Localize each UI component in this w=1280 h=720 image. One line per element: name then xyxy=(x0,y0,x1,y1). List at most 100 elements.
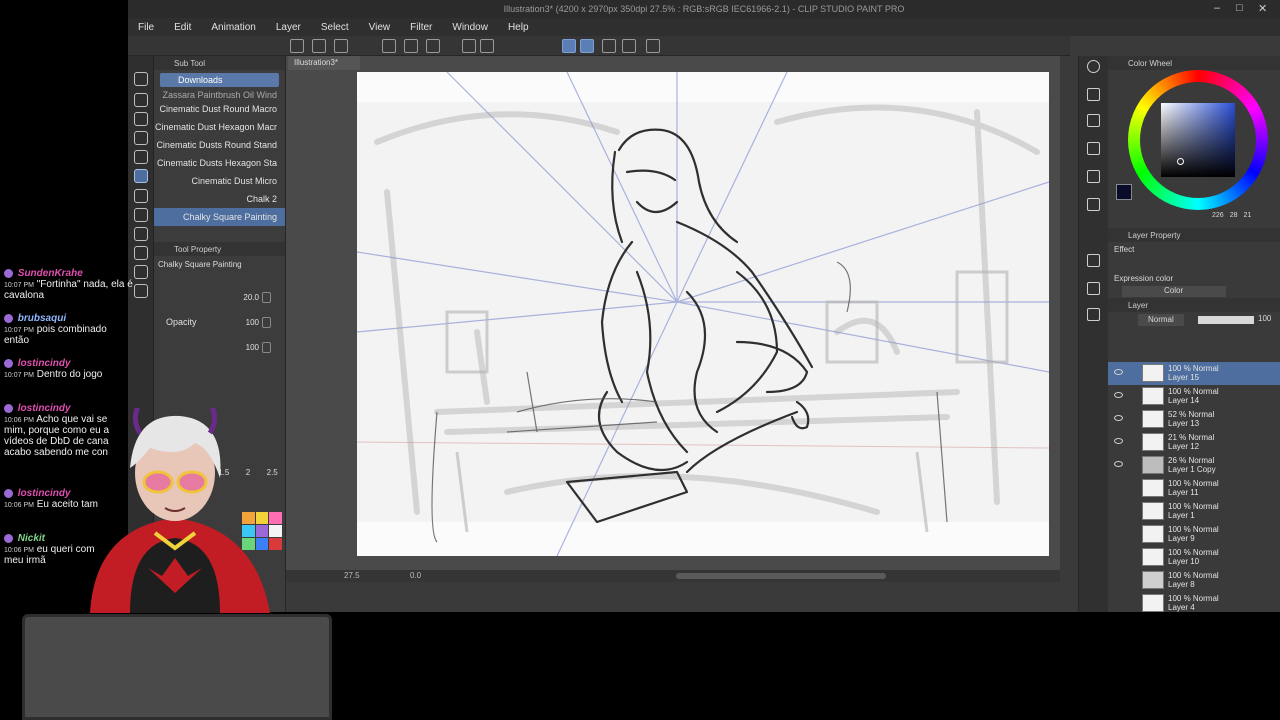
brush-item-selected[interactable]: Chalky Square Painting xyxy=(154,208,285,226)
pen-tool-icon[interactable] xyxy=(134,93,148,107)
layer-opacity-slider[interactable] xyxy=(1198,316,1254,324)
text-tool-icon[interactable] xyxy=(134,284,148,298)
help-icon[interactable] xyxy=(646,39,660,53)
layer-row[interactable]: 100 % Normal Layer 8 xyxy=(1108,569,1280,592)
opacity-spinner[interactable] xyxy=(262,317,271,328)
visibility-eye-icon[interactable] xyxy=(1114,392,1123,398)
redo-icon[interactable] xyxy=(404,39,418,53)
clear-icon[interactable] xyxy=(426,39,440,53)
minimize-icon[interactable]: – xyxy=(1214,2,1220,14)
tab-downloads[interactable]: Downloads xyxy=(160,73,279,87)
assets-icon[interactable] xyxy=(622,39,636,53)
layer-mode: 100 % Normal xyxy=(1168,387,1219,396)
move-tool-icon[interactable] xyxy=(134,189,148,203)
undo-icon[interactable] xyxy=(382,39,396,53)
visibility-eye-icon[interactable] xyxy=(1114,438,1123,444)
layer-row[interactable]: 100 % Normal Layer 10 xyxy=(1108,546,1280,569)
fill-tool-icon[interactable] xyxy=(134,208,148,222)
document-tab[interactable]: Illustration3* xyxy=(288,56,360,70)
opacity-label: Opacity xyxy=(166,317,197,327)
crop-icon[interactable] xyxy=(480,39,494,53)
rotation-value[interactable]: 0.0 xyxy=(410,571,421,580)
menu-edit[interactable]: Edit xyxy=(174,22,191,33)
sub-view-icon[interactable] xyxy=(1087,88,1100,101)
close-icon[interactable]: ✕ xyxy=(1258,2,1267,15)
menu-window[interactable]: Window xyxy=(452,22,488,33)
color-wheel-panel: Color Wheel 226 28 21 xyxy=(1108,56,1280,224)
main-color-swatch[interactable] xyxy=(1116,184,1132,200)
layer-row[interactable]: 100 % Normal Layer 1 xyxy=(1108,500,1280,523)
blend-mode-select[interactable]: Normal xyxy=(1138,314,1184,326)
visibility-eye-icon[interactable] xyxy=(1114,415,1123,421)
open-file-icon[interactable] xyxy=(312,39,326,53)
brush-item[interactable]: Cinematic Dust Round Macro xyxy=(154,100,285,118)
gradient-tool-icon[interactable] xyxy=(134,227,148,241)
layer-row[interactable]: 100 % Normal Layer 4 xyxy=(1108,592,1280,615)
layer-row[interactable]: 52 % Normal Layer 13 xyxy=(1108,408,1280,431)
snap-special-ruler-icon[interactable] xyxy=(580,39,594,53)
chat-message: SundenKrahe 10:07 PM "Fortinha" nada, el… xyxy=(4,268,134,301)
density-value[interactable]: 100 xyxy=(246,343,259,352)
layer-search-icon[interactable] xyxy=(1087,198,1100,211)
saturation-brightness-square[interactable] xyxy=(1161,103,1235,177)
visibility-eye-icon[interactable] xyxy=(1114,369,1123,375)
brush-size-spinner[interactable] xyxy=(262,292,271,303)
layer-row[interactable]: 100 % Normal Layer 9 xyxy=(1108,523,1280,546)
horizontal-scrollbar[interactable] xyxy=(676,573,886,579)
subscriber-badge-icon xyxy=(4,488,13,498)
menu-animation[interactable]: Animation xyxy=(211,22,255,33)
layer-icon[interactable] xyxy=(1087,254,1100,267)
eyedropper-tool-icon[interactable] xyxy=(134,265,148,279)
brush-item[interactable]: Cinematic Dust Hexagon Macr xyxy=(154,118,285,136)
menu-file[interactable]: File xyxy=(138,22,154,33)
animation-cels-icon[interactable] xyxy=(1087,308,1100,321)
visibility-eye-icon[interactable] xyxy=(1114,461,1123,467)
auto-action-icon[interactable] xyxy=(1087,170,1100,183)
hue-ring[interactable] xyxy=(1128,70,1268,210)
lasso-tool-icon[interactable] xyxy=(134,246,148,260)
snap-ruler-icon[interactable] xyxy=(562,39,576,53)
brush-size-value[interactable]: 20.0 xyxy=(243,293,259,302)
new-file-icon[interactable] xyxy=(290,39,304,53)
maximize-icon[interactable]: □ xyxy=(1236,2,1243,14)
drawing-canvas[interactable] xyxy=(357,72,1049,556)
timeline-icon[interactable] xyxy=(1087,282,1100,295)
menu-filter[interactable]: Filter xyxy=(410,22,432,33)
layer-row[interactable]: 100 % Normal Layer 11 xyxy=(1108,477,1280,500)
brush-item[interactable]: Cinematic Dusts Round Stand xyxy=(154,136,285,154)
layer-row-selected[interactable]: 100 % Normal Layer 15 xyxy=(1108,362,1280,385)
layer-row[interactable]: 21 % Normal Layer 12 xyxy=(1108,431,1280,454)
opacity-value[interactable]: 100 xyxy=(246,318,259,327)
density-spinner[interactable] xyxy=(262,342,271,353)
decoration-tool-icon[interactable] xyxy=(134,169,148,183)
chat-username: SundenKrahe xyxy=(17,268,83,279)
brush-tool-icon[interactable] xyxy=(134,131,148,145)
menu-view[interactable]: View xyxy=(369,22,391,33)
eraser-tool-icon[interactable] xyxy=(134,150,148,164)
menu-layer[interactable]: Layer xyxy=(276,22,301,33)
layer-row[interactable]: 26 % Normal Layer 1 Copy xyxy=(1108,454,1280,477)
menu-select[interactable]: Select xyxy=(321,22,349,33)
brush-item[interactable]: Zassara Paintbrush Oil Wind xyxy=(154,90,285,100)
transform-icon[interactable] xyxy=(462,39,476,53)
brush-item[interactable]: Chalk 2 xyxy=(154,190,285,208)
chat-time: 10:07 PM xyxy=(4,372,34,379)
layer-mode: 100 % Normal xyxy=(1168,548,1219,557)
zoom-tool-icon[interactable] xyxy=(134,72,148,86)
save-icon[interactable] xyxy=(334,39,348,53)
snap-grid-icon[interactable] xyxy=(602,39,616,53)
brush-item[interactable]: Cinematic Dusts Hexagon Sta xyxy=(154,154,285,172)
expression-color-select[interactable]: Color xyxy=(1122,286,1226,297)
brush-item[interactable]: Cinematic Dust Micro xyxy=(154,172,285,190)
menu-help[interactable]: Help xyxy=(508,22,529,33)
pencil-tool-icon[interactable] xyxy=(134,112,148,126)
zoom-value[interactable]: 27.5 xyxy=(344,571,360,580)
material-icon[interactable] xyxy=(1087,114,1100,127)
avatar-desk-monitor xyxy=(22,614,332,720)
subscriber-badge-icon xyxy=(4,533,13,543)
layer-thumbnail xyxy=(1142,479,1164,497)
navigator-icon[interactable] xyxy=(1087,60,1100,73)
layer-row[interactable]: 100 % Normal Layer 14 xyxy=(1108,385,1280,408)
layer-opacity-value[interactable]: 100 xyxy=(1258,314,1271,323)
history-icon[interactable] xyxy=(1087,142,1100,155)
